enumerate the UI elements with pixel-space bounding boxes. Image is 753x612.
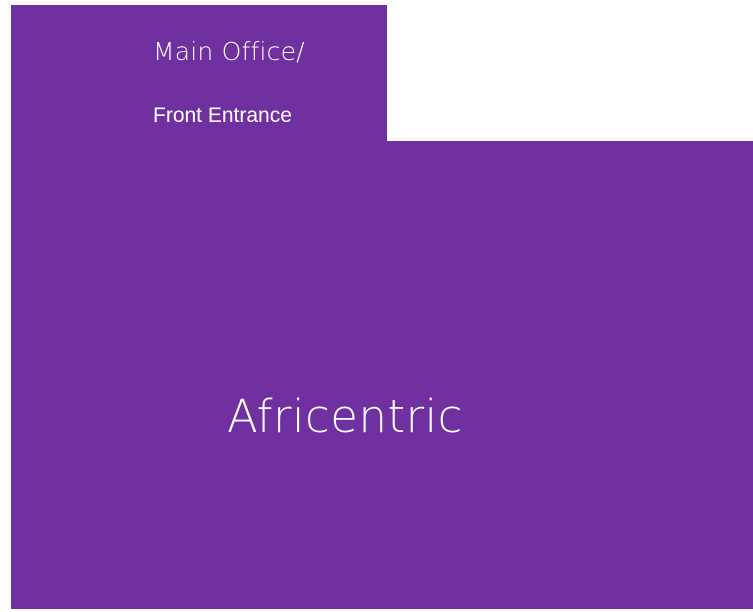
africentric-label: Africentric	[227, 390, 463, 443]
main-office-label: Main Office/	[153, 37, 305, 66]
africentric-room	[11, 141, 753, 609]
front-entrance-label: Front Entrance	[153, 104, 292, 127]
